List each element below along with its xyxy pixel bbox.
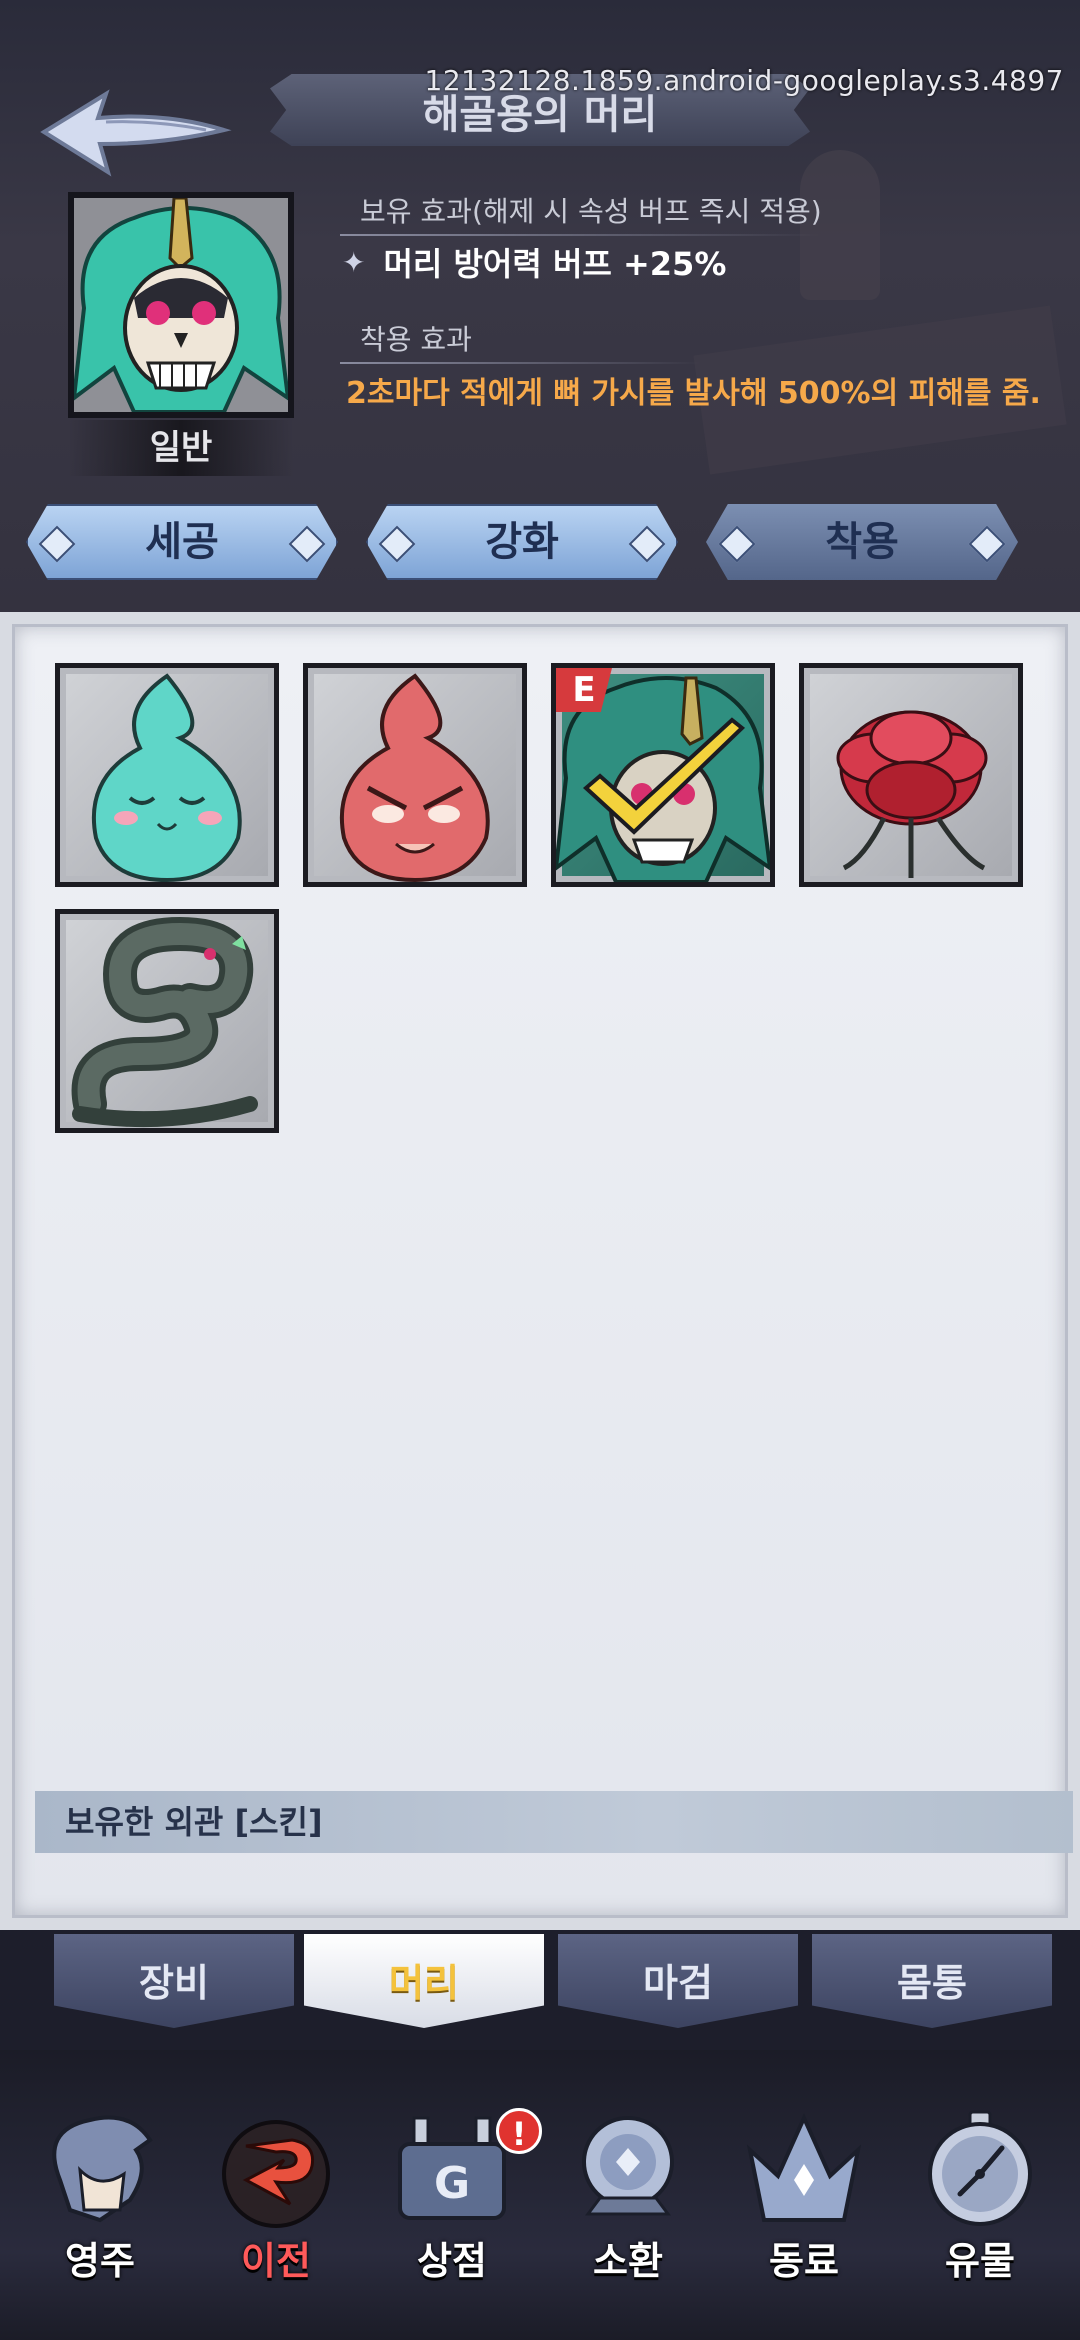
skins-section-title: 보유한 외관 [스킨] xyxy=(65,1803,323,1841)
notification-badge: ! xyxy=(496,2108,542,2154)
tab-body[interactable]: 몸통 xyxy=(812,1934,1052,2028)
refine-button[interactable]: 세공 xyxy=(26,504,338,580)
shop-icon: G xyxy=(398,2116,506,2220)
relic-compass-icon xyxy=(928,2110,1032,2226)
equip-button-label: 착용 xyxy=(825,519,899,565)
back-button[interactable] xyxy=(36,82,236,182)
nav-relic[interactable]: 유물 xyxy=(900,2080,1060,2310)
red-flame-slime-icon xyxy=(339,673,490,882)
inventory-grid: E 보유한 외관 [스킨] xyxy=(12,624,1073,1918)
serpent-icon xyxy=(71,916,258,1128)
tab-label: 몸통 xyxy=(897,1961,967,2005)
owned-effect-row: ✦ 머리 방어력 버프 +25% xyxy=(342,240,726,284)
sparkle-icon: ✦ xyxy=(342,245,366,279)
inventory-panel: E 보유한 외관 [스킨] xyxy=(0,612,1080,1930)
nav-label: 동료 xyxy=(769,2239,839,2283)
skull-dragon-head-icon xyxy=(71,196,291,414)
nav-lord[interactable]: 영주 xyxy=(20,2080,180,2310)
nav-label: 상점 xyxy=(417,2239,487,2283)
lord-icon xyxy=(52,2115,153,2223)
nav-return[interactable]: 이전 xyxy=(196,2080,356,2310)
enhance-button-label: 강화 xyxy=(485,519,559,565)
summon-orb-icon xyxy=(582,2116,674,2216)
tab-demon-sword[interactable]: 마검 xyxy=(558,1934,798,2028)
equip-effect-text: 2초마다 적에게 뼈 가시를 발사해 500%의 피해를 줌. xyxy=(346,376,1041,411)
item-detail-panel: 해골용의 머리 12132128.1859.android-googleplay… xyxy=(0,0,1080,612)
divider xyxy=(340,234,820,236)
owned-effect-value: 머리 방어력 버프 +25% xyxy=(383,245,727,283)
nav-label: 이전 xyxy=(241,2239,311,2283)
return-icon xyxy=(222,2120,330,2228)
divider xyxy=(340,362,700,364)
nav-label: 영주 xyxy=(65,2239,135,2283)
nav-shop[interactable]: G ! 상점 xyxy=(372,2080,542,2310)
svg-text:G: G xyxy=(434,2158,470,2209)
item-slot-red-spider-lily[interactable] xyxy=(799,663,1023,887)
back-arrow-icon xyxy=(40,89,232,177)
companion-crown-icon xyxy=(746,2113,862,2222)
equip-button[interactable]: 착용 xyxy=(706,504,1018,580)
red-spider-lily-icon xyxy=(836,710,988,878)
item-portrait xyxy=(68,192,294,418)
tab-equipment[interactable]: 장비 xyxy=(54,1934,294,2028)
nav-companion[interactable]: 동료 xyxy=(724,2080,884,2310)
nav-label: 소환 xyxy=(593,2239,663,2283)
item-slot-blue-flame-slime[interactable] xyxy=(55,663,279,887)
item-slot-red-flame-slime[interactable] xyxy=(303,663,527,887)
item-slot-skull-dragon-head[interactable]: E xyxy=(551,663,775,887)
rarity-label: 일반 xyxy=(68,420,294,476)
owned-effect-label: 보유 효과(해제 시 속성 버프 즉시 적용) xyxy=(360,195,822,228)
skins-section-header: 보유한 외관 [스킨] xyxy=(35,1791,1073,1853)
tab-label: 장비 xyxy=(139,1961,209,2005)
refine-button-label: 세공 xyxy=(145,519,219,565)
nav-summon[interactable]: 소환 xyxy=(548,2080,708,2310)
tab-label: 머리 xyxy=(389,1961,459,2005)
version-text: 12132128.1859.android-googleplay.s3.4897 xyxy=(424,64,1064,97)
bottom-navigation: 영주 이전 G ! 상점 소환 동료 유물 xyxy=(0,2050,1080,2340)
item-slot-serpent[interactable] xyxy=(55,909,279,1133)
enhance-button[interactable]: 강화 xyxy=(366,504,678,580)
category-tab-bar: 장비 머리 마검 몸통 xyxy=(0,1930,1080,2050)
tab-label: 마검 xyxy=(643,1961,713,2005)
nav-label: 유물 xyxy=(945,2239,1015,2283)
tab-head[interactable]: 머리 xyxy=(304,1934,544,2028)
equip-effect-label: 착용 효과 xyxy=(360,323,472,356)
blue-flame-slime-icon xyxy=(91,673,242,882)
